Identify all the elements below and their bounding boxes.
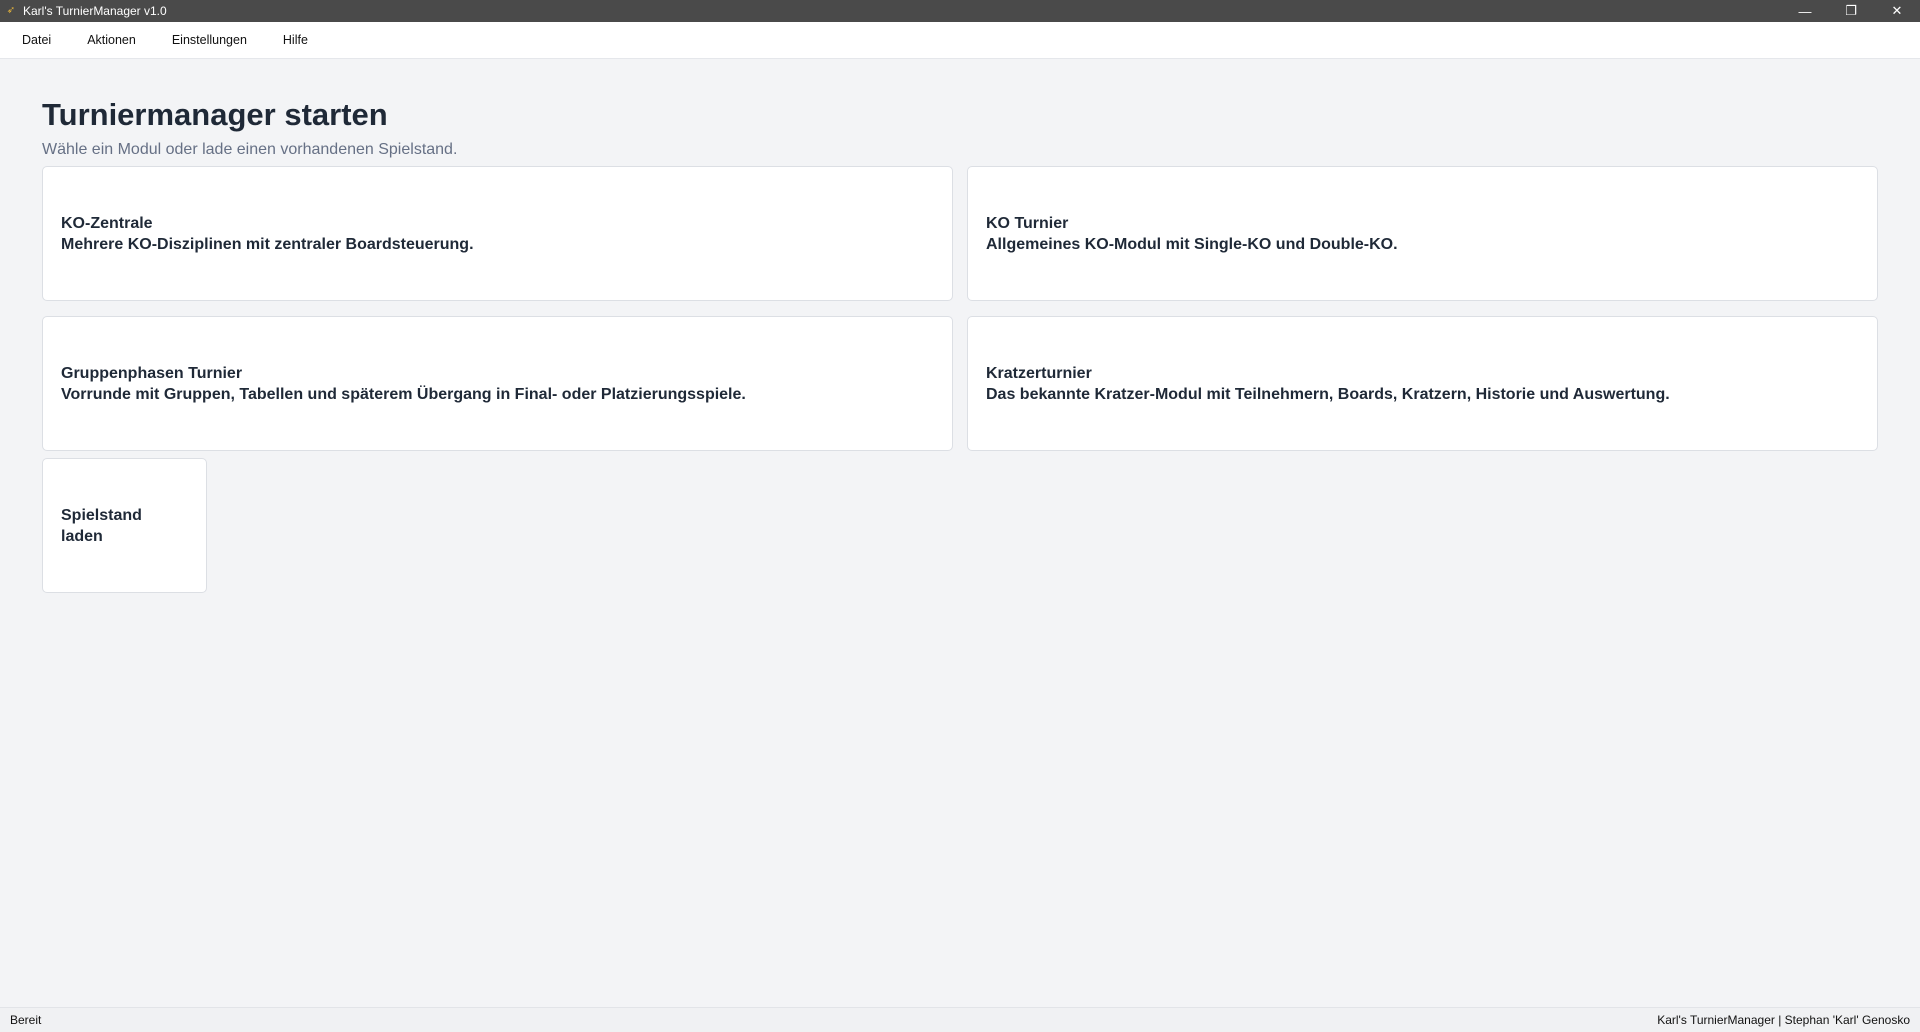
close-button[interactable]: ✕ bbox=[1874, 0, 1920, 22]
statusbar: Bereit Karl's TurnierManager | Stephan '… bbox=[0, 1007, 1920, 1032]
menu-aktionen[interactable]: Aktionen bbox=[75, 27, 148, 53]
module-card-ko-zentrale[interactable]: KO-Zentrale Mehrere KO-Disziplinen mit z… bbox=[42, 166, 953, 301]
load-game-label: Spielstand laden bbox=[61, 506, 142, 545]
module-card-gruppenphasen[interactable]: Gruppenphasen Turnier Vorrunde mit Grupp… bbox=[42, 316, 953, 451]
page-title: Turniermanager starten bbox=[42, 97, 388, 132]
module-description: Das bekannte Kratzer-Modul mit Teilnehme… bbox=[986, 385, 1670, 403]
window-controls: — ❐ ✕ bbox=[1782, 0, 1920, 22]
module-title: Gruppenphasen Turnier bbox=[61, 364, 243, 382]
module-title: Kratzerturnier bbox=[986, 364, 1092, 382]
menu-einstellungen[interactable]: Einstellungen bbox=[160, 27, 259, 53]
module-description: Vorrunde mit Gruppen, Tabellen und späte… bbox=[61, 385, 746, 403]
load-game-card[interactable]: Spielstand laden bbox=[42, 458, 207, 593]
menu-hilfe[interactable]: Hilfe bbox=[271, 27, 320, 53]
module-description: Mehrere KO-Disziplinen mit zentraler Boa… bbox=[61, 235, 474, 253]
window-titlebar: ➶ Karl's TurnierManager v1.0 — ❐ ✕ bbox=[0, 0, 1920, 22]
menu-datei[interactable]: Datei bbox=[10, 27, 63, 53]
minimize-button[interactable]: — bbox=[1782, 0, 1828, 22]
app-icon: ➶ bbox=[6, 5, 16, 16]
module-description: Allgemeines KO-Modul mit Single-KO und D… bbox=[986, 235, 1398, 253]
module-card-ko-turnier[interactable]: KO Turnier Allgemeines KO-Modul mit Sing… bbox=[967, 166, 1878, 301]
module-title: KO Turnier bbox=[986, 214, 1069, 232]
module-card-kratzerturnier[interactable]: Kratzerturnier Das bekannte Kratzer-Modu… bbox=[967, 316, 1878, 451]
status-credit: Karl's TurnierManager | Stephan 'Karl' G… bbox=[1657, 1013, 1910, 1027]
restore-button[interactable]: ❐ bbox=[1828, 0, 1874, 22]
page-subtitle: Wähle ein Modul oder lade einen vorhande… bbox=[42, 141, 458, 158]
menubar: Datei Aktionen Einstellungen Hilfe bbox=[0, 22, 1920, 59]
module-title: KO-Zentrale bbox=[61, 214, 153, 232]
window-title: Karl's TurnierManager v1.0 bbox=[23, 4, 167, 18]
status-text: Bereit bbox=[10, 1013, 42, 1027]
